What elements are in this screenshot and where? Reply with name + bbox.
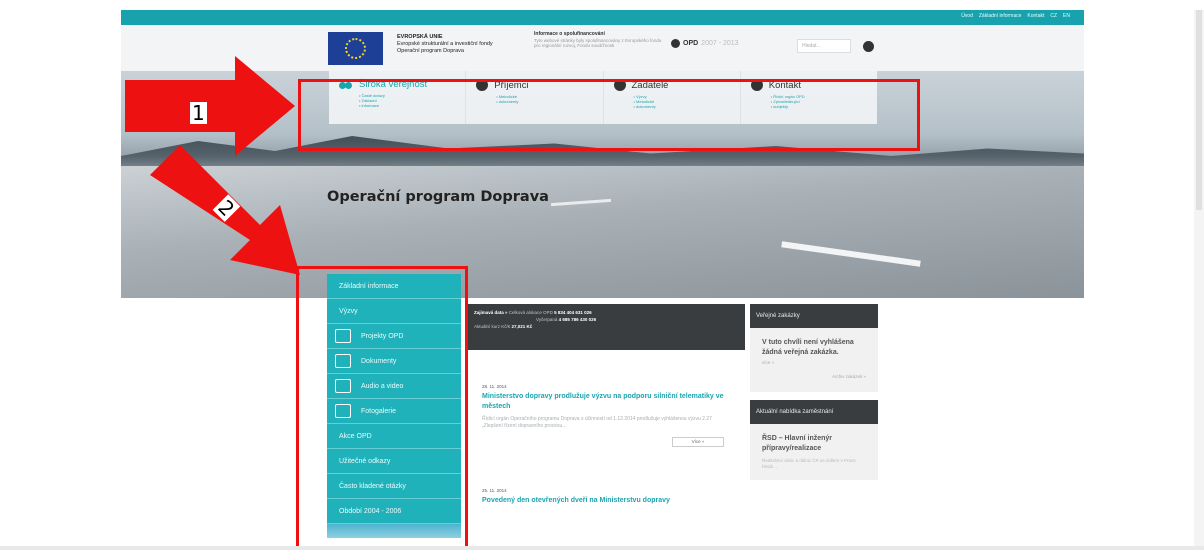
annotation-box-2 (296, 266, 468, 550)
stats-value: 27,021 Kč (511, 324, 533, 329)
stats-value: 4 685 786 430 026 (558, 317, 597, 322)
stats-label: Aktuální kurz Kč/€ (474, 324, 511, 329)
cofinancing-text: Tyto webové stránky byly spolufinancován… (534, 37, 662, 49)
page-title: Operační program Doprava (327, 189, 549, 205)
eu-line-3: Operační program Doprava (397, 48, 464, 54)
opd-circle-icon (671, 39, 680, 48)
tenders-archive-link[interactable]: Archiv zakázek » (762, 372, 866, 382)
tenders-text: V tuto chvíli není vyhlášena žádná veřej… (762, 339, 854, 356)
top-bar: Úvod Základní informace Kontakt CZ EN (121, 10, 1084, 25)
job-description: Ředitelství silnic a dálnic ČR se sídlem… (762, 458, 856, 469)
stats-panel: Zajímavá data » Celková alokace OPD 5 83… (466, 304, 745, 350)
news-title-link[interactable]: Povedený den otevřených dveří na Ministe… (482, 496, 729, 506)
public-tenders-body: V tuto chvíli není vyhlášena žádná veřej… (750, 328, 878, 392)
news-excerpt: Řídicí orgán Operačního programu Doprava… (482, 416, 712, 429)
news-column: Zajímavá data » Celková alokace OPD 5 83… (466, 304, 745, 510)
stats-label: Celková alokace OPD (508, 310, 553, 315)
right-column: Veřejné zakázky V tuto chvíli není vyhlá… (750, 304, 878, 480)
opd-years: 2007 - 2013 (701, 40, 739, 47)
stats-value: 5 834 404 631 026 (554, 310, 592, 315)
annotation-box-1 (298, 79, 920, 151)
page-scrollbar[interactable] (1194, 10, 1204, 550)
jobs-header: Aktuální nabídka zaměstnání (750, 400, 878, 424)
jobs-body: ŘSD – Hlavní inženýr přípravy/realizace … (750, 424, 878, 480)
top-link-contact[interactable]: Kontakt (1027, 13, 1044, 19)
scrollbar-thumb[interactable] (1196, 10, 1202, 210)
browser-page: Úvod Základní informace Kontakt CZ EN EV… (0, 0, 1204, 550)
eu-flag-logo (328, 32, 383, 65)
news-item: 28. 11. 2014 Ministerstvo dopravy prodlu… (466, 384, 745, 448)
page-bottom-edge (0, 546, 1204, 550)
top-link-info[interactable]: Základní informace (979, 13, 1022, 19)
lang-en[interactable]: EN (1063, 13, 1070, 19)
top-links: Úvod Základní informace Kontakt CZ EN (961, 13, 1070, 19)
news-title-link[interactable]: Ministerstvo dopravy prodlužuje výzvu na… (482, 392, 729, 412)
annotation-label-1: 1 (190, 101, 207, 125)
tenders-more-link[interactable]: více » (762, 358, 866, 368)
opd-label: OPD (683, 40, 699, 47)
news-date: 28. 11. 2014 (482, 384, 507, 389)
eu-line-2: Evropské strukturální a investiční fondy (397, 41, 493, 47)
job-title-link[interactable]: ŘSD – Hlavní inženýr přípravy/realizace (762, 434, 866, 454)
lang-cz[interactable]: CZ (1050, 13, 1057, 19)
news-item: 25. 11. 2014 Povedený den otevřených dve… (466, 488, 745, 506)
news-date: 25. 11. 2014 (482, 488, 507, 493)
opd-logo[interactable]: OPD 2007 - 2013 (671, 39, 739, 48)
eu-logo-text: EVROPSKÁ UNIE Evropské strukturální a in… (397, 34, 493, 55)
search-input[interactable]: Hledat... (797, 39, 851, 53)
more-button[interactable]: Více » (672, 437, 724, 447)
eu-line-1: EVROPSKÁ UNIE (397, 34, 443, 40)
stats-label: Vyčerpaná (536, 317, 558, 322)
stats-link[interactable]: Zajímavá data » (474, 310, 508, 315)
top-link-home[interactable]: Úvod (961, 13, 973, 19)
cofinancing-info: Informace o spolufinancování Tyto webové… (534, 31, 664, 49)
public-tenders-header: Veřejné zakázky (750, 304, 878, 328)
search-icon[interactable] (863, 41, 874, 52)
